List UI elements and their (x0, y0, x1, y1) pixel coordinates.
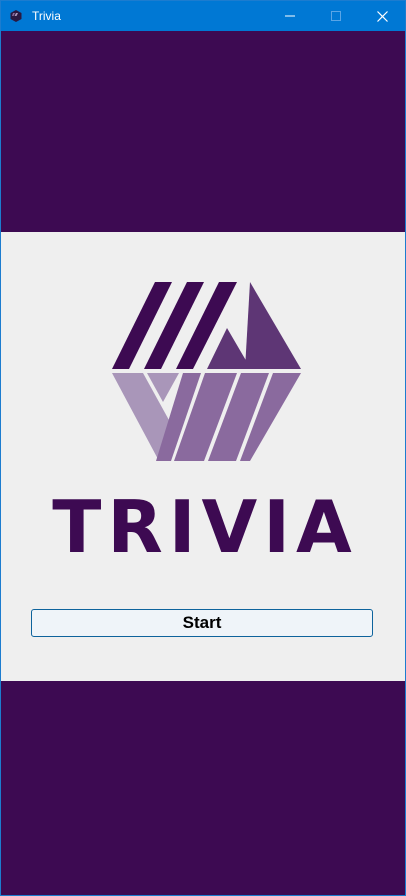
main-content: TRIVIA Start (1, 31, 405, 895)
minimize-icon (285, 15, 295, 17)
caption-buttons (267, 1, 405, 31)
close-button[interactable] (359, 1, 405, 31)
minimize-button[interactable] (267, 1, 313, 31)
logo-right-upper (245, 282, 301, 369)
logo-inner-upper (207, 328, 251, 369)
maximize-icon (331, 11, 341, 21)
start-button[interactable]: Start (31, 609, 373, 637)
title-bar[interactable]: Trivia (1, 1, 405, 31)
close-icon (376, 10, 388, 22)
maximize-button[interactable] (313, 1, 359, 31)
app-icon (1, 1, 31, 31)
trivia-logo: TRIVIA (52, 282, 358, 569)
logo-wordmark: TRIVIA (52, 485, 358, 569)
app-window: Trivia TRIVIA Start (0, 0, 406, 896)
center-panel: TRIVIA Start (1, 232, 405, 681)
window-title: Trivia (32, 9, 61, 23)
